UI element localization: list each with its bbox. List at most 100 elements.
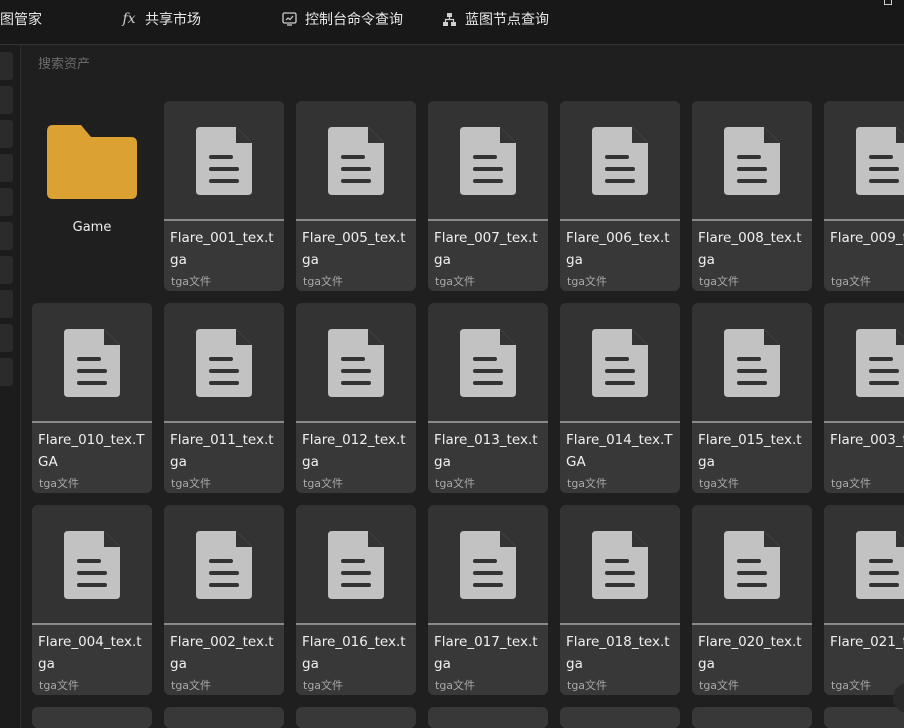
asset-card[interactable]: Flare_007_tex.tga tga文件 xyxy=(428,101,548,291)
asset-card[interactable]: Flare_012_tex.tga tga文件 xyxy=(296,303,416,493)
asset-thumbnail xyxy=(296,101,416,219)
asset-name: Flare_016_tex.tga xyxy=(302,634,406,672)
nav-label: 控制台命令查询 xyxy=(305,12,403,28)
asset-type: tga文件 xyxy=(435,477,476,490)
asset-type: tga文件 xyxy=(435,275,476,288)
asset-card[interactable]: Flare_014_tex.TGA tga文件 xyxy=(560,303,680,493)
asset-type: tga文件 xyxy=(303,275,344,288)
folder-game[interactable]: Game xyxy=(32,101,152,291)
thumbnail-divider xyxy=(692,219,812,221)
asset-thumbnail xyxy=(824,303,904,421)
asset-type: tga文件 xyxy=(831,477,872,490)
asset-card-partial[interactable] xyxy=(692,707,812,728)
asset-name: Flare_010_tex.TGA xyxy=(38,432,145,470)
asset-card[interactable]: Flare_013_tex.tga tga文件 xyxy=(428,303,548,493)
asset-card[interactable]: Flare_004_tex.tga tga文件 xyxy=(32,505,152,695)
asset-name: Flare_014_tex.TGA xyxy=(566,432,673,470)
asset-card[interactable]: Flare_011_tex.tga tga文件 xyxy=(164,303,284,493)
asset-name: Flare_006_tex.tga xyxy=(566,230,670,268)
asset-name: Flare_001_tex.tga xyxy=(170,230,274,268)
asset-card[interactable]: Flare_001_tex.tga tga文件 xyxy=(164,101,284,291)
document-icon xyxy=(196,531,252,599)
thumbnail-divider xyxy=(296,421,416,423)
nav-console-command-query[interactable]: 控制台命令查询 xyxy=(281,0,403,38)
asset-name: Flare_021_t xyxy=(830,634,904,650)
asset-card[interactable]: Flare_020_tex.tga tga文件 xyxy=(692,505,812,695)
asset-type: tga文件 xyxy=(171,275,212,288)
thumbnail-divider xyxy=(824,219,904,221)
nav-label: 图管家 xyxy=(0,12,42,28)
asset-type: tga文件 xyxy=(567,275,608,288)
asset-type: tga文件 xyxy=(699,477,740,490)
rail-tab[interactable] xyxy=(0,52,13,80)
asset-card[interactable]: Flare_005_tex.tga tga文件 xyxy=(296,101,416,291)
thumbnail-divider xyxy=(428,623,548,625)
asset-card[interactable]: Flare_015_tex.tga tga文件 xyxy=(692,303,812,493)
asset-card[interactable]: Flare_008_tex.tga tga文件 xyxy=(692,101,812,291)
rail-tab[interactable] xyxy=(0,324,13,352)
thumbnail-divider xyxy=(296,623,416,625)
document-icon xyxy=(64,531,120,599)
asset-name: Flare_020_tex.tga xyxy=(698,634,802,672)
asset-type: tga文件 xyxy=(567,477,608,490)
asset-type: tga文件 xyxy=(831,679,872,692)
document-icon xyxy=(592,329,648,397)
document-icon xyxy=(592,127,648,195)
window-corner-icon[interactable] xyxy=(884,0,892,5)
asset-card-partial[interactable] xyxy=(824,707,904,728)
document-icon xyxy=(856,127,904,195)
asset-card-partial[interactable] xyxy=(560,707,680,728)
asset-card[interactable]: Flare_016_tex.tga tga文件 xyxy=(296,505,416,695)
asset-thumbnail xyxy=(164,505,284,623)
asset-card-partial[interactable] xyxy=(428,707,548,728)
rail-tab[interactable] xyxy=(0,86,13,114)
rail-tab[interactable] xyxy=(0,222,13,250)
nav-label: 蓝图节点查询 xyxy=(465,12,549,28)
rail-tab[interactable] xyxy=(0,154,13,182)
rail-tab[interactable] xyxy=(0,120,13,148)
asset-card[interactable]: Flare_006_tex.tga tga文件 xyxy=(560,101,680,291)
document-icon xyxy=(724,329,780,397)
folder-label: Game xyxy=(72,220,112,235)
asset-card[interactable]: Flare_017_tex.tga tga文件 xyxy=(428,505,548,695)
asset-name: Flare_018_tex.tga xyxy=(566,634,670,672)
asset-card[interactable]: Flare_010_tex.TGA tga文件 xyxy=(32,303,152,493)
asset-type: tga文件 xyxy=(171,477,212,490)
asset-card-partial[interactable] xyxy=(296,707,416,728)
asset-type: tga文件 xyxy=(699,275,740,288)
console-icon xyxy=(281,11,297,27)
asset-thumbnail xyxy=(164,303,284,421)
nav-shared-market[interactable]: fx 共享市场 xyxy=(121,0,201,38)
thumbnail-divider xyxy=(32,421,152,423)
rail-tab[interactable] xyxy=(0,290,13,318)
rail-tab[interactable] xyxy=(0,256,13,284)
asset-name: Flare_007_tex.tga xyxy=(434,230,538,268)
thumbnail-divider xyxy=(692,421,812,423)
asset-card-partial[interactable] xyxy=(164,707,284,728)
nav-asset-manager[interactable]: 图管家 xyxy=(0,0,42,38)
asset-card[interactable]: Flare_003_t tga文件 xyxy=(824,303,904,493)
thumbnail-divider xyxy=(692,623,812,625)
node-tree-icon xyxy=(441,11,457,27)
asset-card[interactable]: Flare_018_tex.tga tga文件 xyxy=(560,505,680,695)
document-icon xyxy=(460,127,516,195)
asset-thumbnail xyxy=(824,505,904,623)
search-input[interactable] xyxy=(38,57,438,72)
asset-card[interactable]: Flare_009_t tga文件 xyxy=(824,101,904,291)
asset-type: tga文件 xyxy=(39,679,80,692)
asset-card[interactable]: Flare_002_tex.tga tga文件 xyxy=(164,505,284,695)
asset-thumbnail xyxy=(32,303,152,421)
asset-name: Flare_017_tex.tga xyxy=(434,634,538,672)
asset-name: Flare_002_tex.tga xyxy=(170,634,274,672)
left-rail xyxy=(0,45,21,728)
nav-blueprint-node-query[interactable]: 蓝图节点查询 xyxy=(441,0,549,38)
asset-thumbnail xyxy=(692,505,812,623)
document-icon xyxy=(328,531,384,599)
document-icon xyxy=(460,531,516,599)
asset-card-partial[interactable] xyxy=(32,707,152,728)
asset-name: Flare_012_tex.tga xyxy=(302,432,406,470)
asset-thumbnail xyxy=(692,303,812,421)
asset-card[interactable]: Flare_021_t tga文件 xyxy=(824,505,904,695)
rail-tab[interactable] xyxy=(0,188,13,216)
rail-tab[interactable] xyxy=(0,358,13,386)
